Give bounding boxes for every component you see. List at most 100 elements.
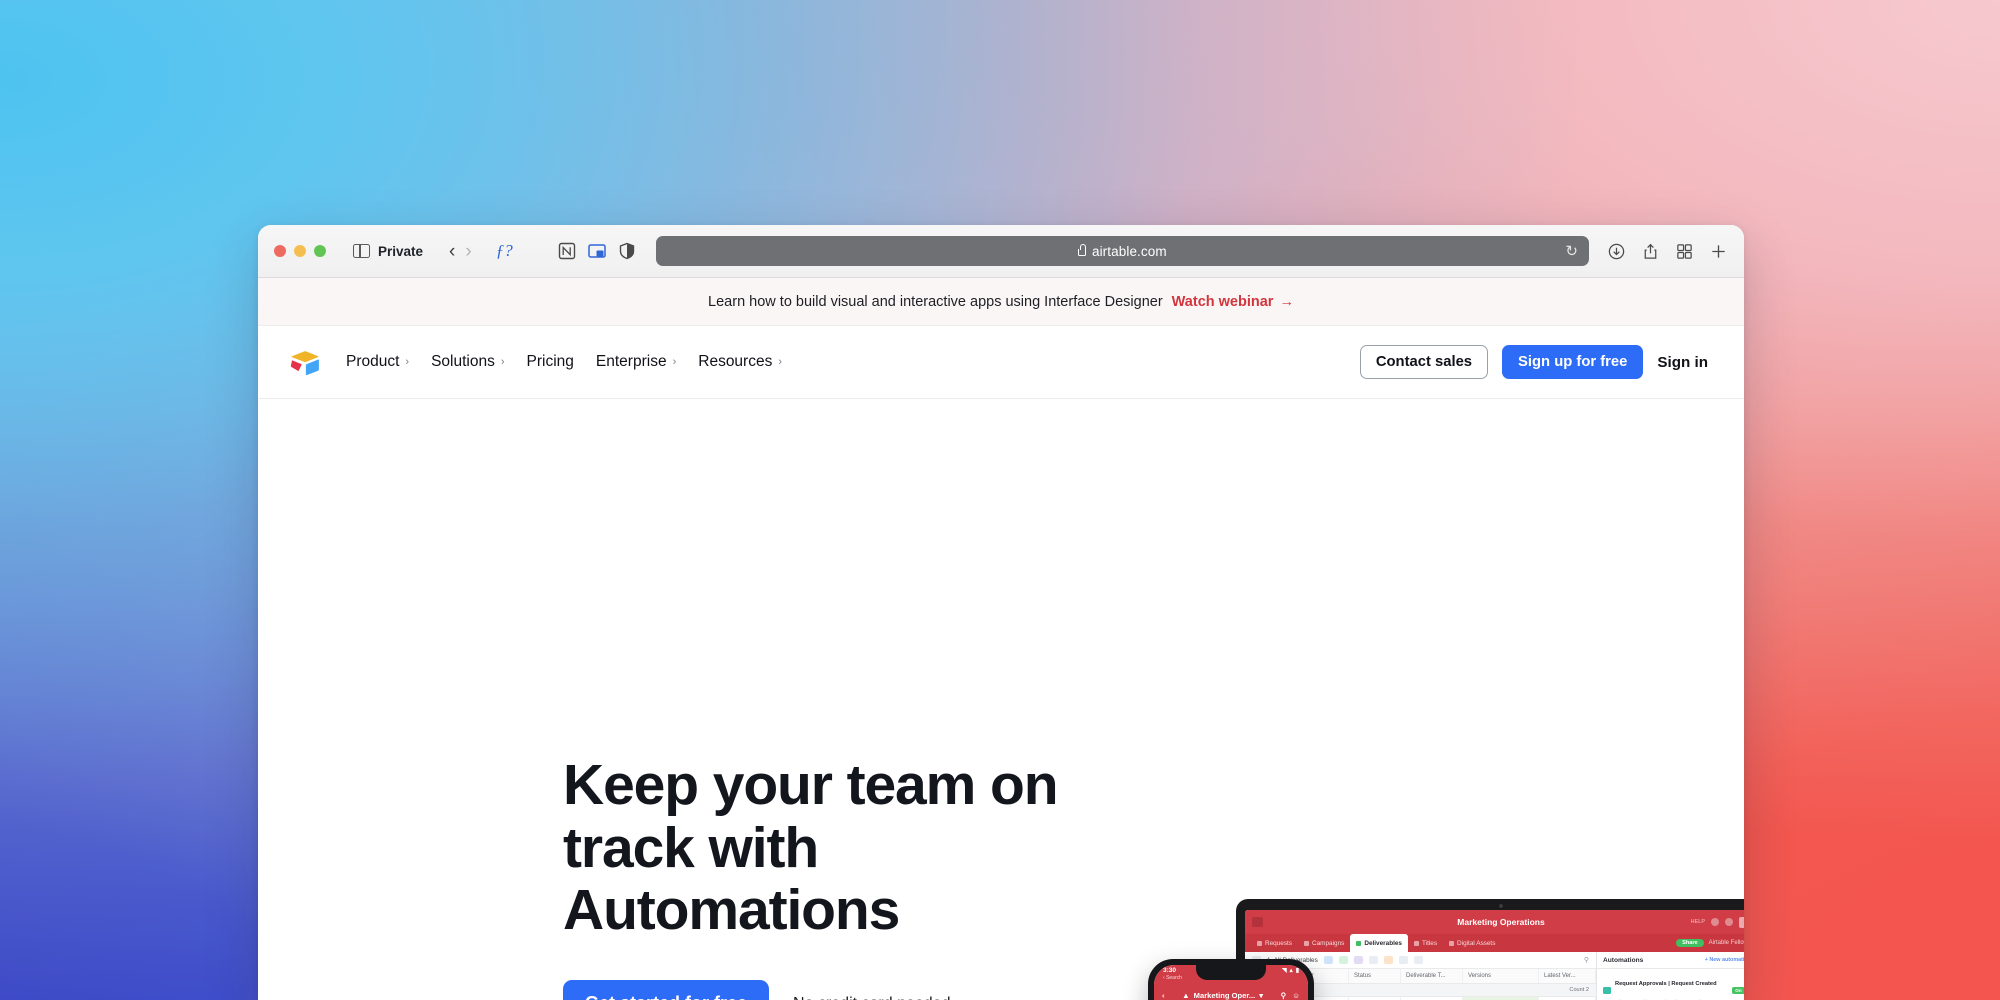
nav-item-pricing[interactable]: Pricing <box>527 353 574 371</box>
column-header-deliverable-type[interactable]: Deliverable T... <box>1401 969 1463 983</box>
color-icon[interactable] <box>1383 956 1393 964</box>
get-started-button[interactable]: Get started for free <box>563 980 770 1000</box>
table-icon <box>1414 940 1419 946</box>
avatar[interactable] <box>1739 916 1744 928</box>
notion-extension-button[interactable] <box>552 238 582 264</box>
watch-webinar-link[interactable]: Watch webinar → <box>1172 294 1294 310</box>
notifications-icon[interactable] <box>1725 918 1733 926</box>
hero-line-3: Automations <box>563 878 900 943</box>
forward-arrow-icon: › <box>465 240 472 262</box>
minimize-window-button[interactable] <box>294 245 306 257</box>
reload-icon[interactable]: ↻ <box>1565 242 1578 260</box>
nav-items: Product › Solutions › Pricing Enterprise… <box>346 353 782 371</box>
list-item[interactable]: Request Approvals | Request Created When… <box>1597 969 1744 1000</box>
collaborators-label: Airtable Fellows <box>1708 940 1744 946</box>
group-count: Count 2 <box>1569 987 1589 993</box>
chevron-right-icon: › <box>405 356 410 368</box>
battery-icon: ▮ <box>1295 968 1299 974</box>
hero-section: Keep your team on track with Automations… <box>258 399 1744 1000</box>
app-tab-titles[interactable]: Titles <box>1408 934 1443 952</box>
table-icon <box>1449 940 1455 946</box>
nav-item-product[interactable]: Product › <box>346 353 409 371</box>
phone-nav-bar: ‹ ▲ Marketing Oper... ▾ ⚲ ☺ <box>1154 984 1308 1000</box>
app-tab-campaigns-label: Campaigns <box>1312 939 1345 947</box>
help-label[interactable]: HELP <box>1691 919 1705 925</box>
chevron-right-icon: › <box>672 356 677 368</box>
shield-icon <box>619 242 634 260</box>
page-title: Keep your team on track with Automations <box>563 754 1083 942</box>
promo-banner: Learn how to build visual and interactiv… <box>258 278 1744 326</box>
back-button[interactable]: ‹ <box>444 238 460 264</box>
app-top-right: HELP <box>1691 916 1744 928</box>
row-height-icon[interactable] <box>1398 956 1408 964</box>
share-view-icon[interactable] <box>1413 956 1423 964</box>
search-icon[interactable]: ⚲ <box>1584 956 1589 964</box>
hide-fields-icon[interactable] <box>1323 956 1333 964</box>
phone-back-button[interactable]: ‹ <box>1162 991 1165 1000</box>
automations-panel-header: Automations + New automation <box>1597 952 1744 969</box>
chevron-right-icon: › <box>500 356 505 368</box>
nav-item-enterprise[interactable]: Enterprise › <box>596 353 676 371</box>
sidebar-toggle-button[interactable]: Private <box>348 238 428 264</box>
sort-icon[interactable] <box>1368 956 1378 964</box>
filter-icon[interactable] <box>1338 956 1348 964</box>
nav-item-resources[interactable]: Resources › <box>698 353 782 371</box>
hero-line-1: Keep your team on <box>563 753 1059 817</box>
nav-item-resources-label: Resources <box>698 353 773 370</box>
forward-button[interactable]: › <box>460 238 476 264</box>
close-window-button[interactable] <box>274 245 286 257</box>
shield-extension-button[interactable] <box>612 238 642 264</box>
column-header-versions[interactable]: Versions <box>1463 969 1539 983</box>
app-tab-deliverables[interactable]: Deliverables <box>1350 934 1408 952</box>
app-table-tabs: Requests Campaigns Deliverables Titles D… <box>1245 934 1744 952</box>
toolbar-right-actions <box>1607 242 1728 261</box>
maximize-window-button[interactable] <box>314 245 326 257</box>
app-tab-deliverables-label: Deliverables <box>1364 939 1402 947</box>
new-automation-button[interactable]: + New automation <box>1705 957 1744 963</box>
phone-title: ▲ Marketing Oper... ▾ <box>1171 991 1275 1000</box>
arrow-right-icon: → <box>1279 293 1294 310</box>
phone-search-icon[interactable]: ⚲ <box>1281 991 1287 1000</box>
phone-title-label: Marketing Oper... <box>1193 990 1256 1000</box>
sign-up-button[interactable]: Sign up for free <box>1502 345 1644 379</box>
address-bar[interactable]: airtable.com ↻ <box>655 236 1589 266</box>
phone-mockup: 3:30 ‹ Search ◥ ▴ ▮ ‹ ▲ Marketing Oper..… <box>1148 959 1314 1000</box>
share-icon[interactable] <box>1641 242 1660 261</box>
phone-collaborators-icon[interactable]: ☺ <box>1292 991 1300 1000</box>
contact-sales-button[interactable]: Contact sales <box>1359 345 1489 379</box>
no-credit-card-note: No credit card needed <box>793 995 950 1000</box>
nav-item-enterprise-label: Enterprise <box>595 353 667 370</box>
share-pill[interactable]: Share <box>1676 939 1704 947</box>
chevron-down-icon[interactable]: ▾ <box>1259 991 1263 1000</box>
sign-in-link[interactable]: Sign in <box>1657 354 1708 371</box>
app-tab-requests[interactable]: Requests <box>1251 934 1298 952</box>
notion-icon <box>558 242 575 260</box>
app-logo-icon[interactable] <box>1252 917 1263 927</box>
group-icon[interactable] <box>1353 956 1363 964</box>
laptop-screen: Marketing Operations HELP Requests Campa… <box>1245 910 1744 1000</box>
app-tab-digital-assets[interactable]: Digital Assets <box>1443 934 1501 952</box>
column-header-status[interactable]: Status <box>1349 969 1401 983</box>
app-tab-campaigns[interactable]: Campaigns <box>1298 934 1350 952</box>
nav-item-product-label: Product <box>346 353 400 370</box>
window-controls <box>274 245 326 257</box>
private-mode-label: Private <box>378 243 424 259</box>
plus-icon[interactable] <box>1709 242 1728 261</box>
tab-grid-icon[interactable] <box>1675 242 1694 261</box>
automation-text: Request Approvals | Request Created When… <box>1615 972 1728 1000</box>
phone-status-right: ◥ ▴ ▮ <box>1282 967 1299 974</box>
automations-list: Request Approvals | Request Created When… <box>1597 969 1744 1000</box>
formula-extension-button[interactable]: ƒ? <box>491 238 518 264</box>
hero-line-2: track with <box>563 815 819 880</box>
app-body: 1. All Deliverables ⚲ <box>1245 952 1744 1000</box>
promo-banner-text: Learn how to build visual and interactiv… <box>708 293 1163 310</box>
status-badge: On <box>1731 986 1744 994</box>
pip-extension-button[interactable] <box>582 238 612 264</box>
nav-item-solutions[interactable]: Solutions › <box>431 353 504 371</box>
history-icon[interactable] <box>1711 918 1719 926</box>
column-header-latest-version[interactable]: Latest Ver... <box>1539 969 1596 983</box>
lock-icon <box>1077 243 1086 256</box>
download-icon[interactable] <box>1607 242 1626 261</box>
phone-notch <box>1196 965 1266 980</box>
airtable-logo-icon[interactable] <box>290 349 320 375</box>
